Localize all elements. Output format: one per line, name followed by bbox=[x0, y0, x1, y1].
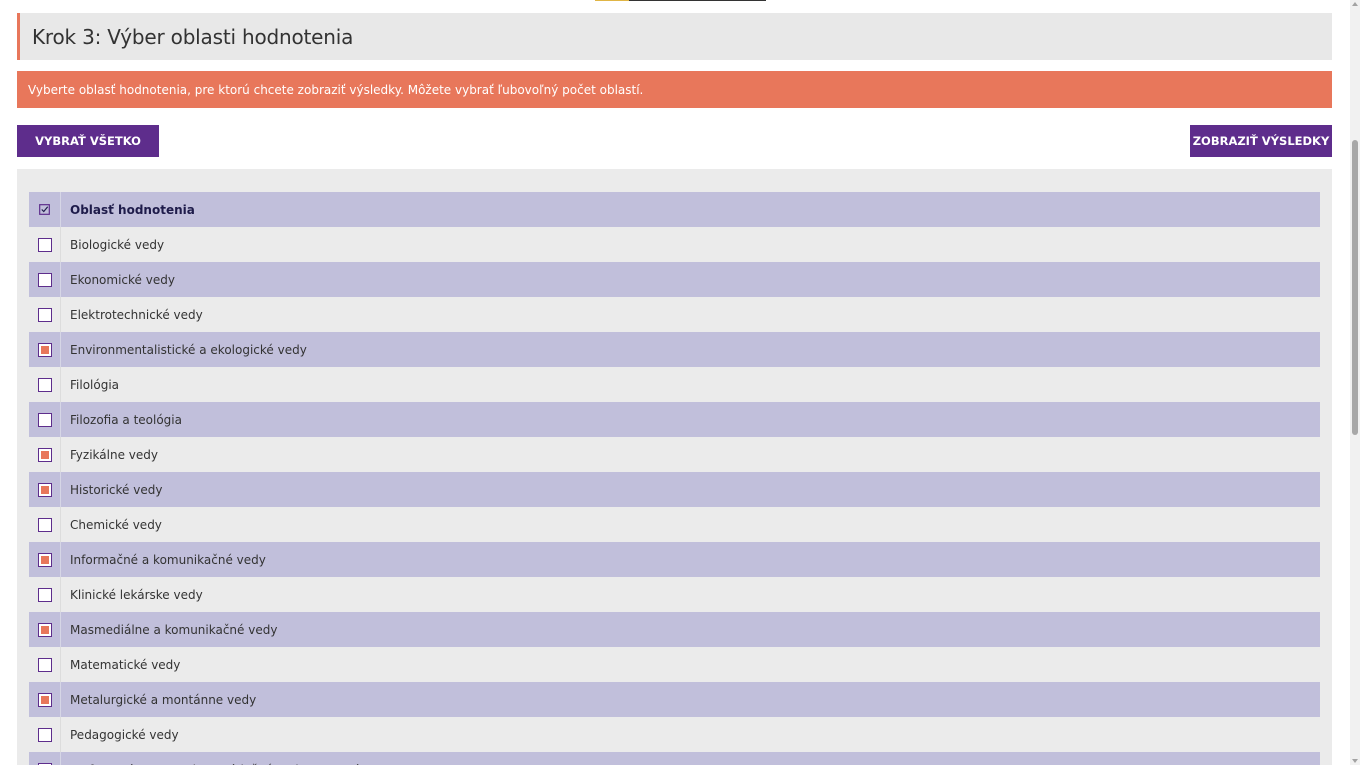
table-row[interactable]: Filológia bbox=[29, 367, 1320, 402]
table-row[interactable]: Metalurgické a montánne vedy bbox=[29, 682, 1320, 717]
page-title: Krok 3: Výber oblasti hodnotenia bbox=[32, 24, 354, 49]
area-label: Klinické lekárske vedy bbox=[70, 587, 203, 602]
row-check-cell[interactable] bbox=[29, 472, 61, 507]
scroll-up-icon[interactable] bbox=[1352, 2, 1358, 6]
area-checkbox[interactable] bbox=[37, 412, 52, 427]
area-checkbox[interactable] bbox=[37, 342, 52, 357]
row-check-cell[interactable] bbox=[29, 227, 61, 262]
row-check-cell[interactable] bbox=[29, 297, 61, 332]
area-checkbox[interactable] bbox=[37, 622, 52, 637]
alert-text: Vyberte oblasť hodnotenia, pre ktorú chc… bbox=[28, 82, 644, 97]
area-label: Environmentalistické a ekologické vedy bbox=[70, 342, 307, 357]
area-label: Chemické vedy bbox=[70, 517, 162, 532]
table-row[interactable]: Performatívne umenie a príslušné vedy o … bbox=[29, 752, 1320, 765]
row-check-cell[interactable] bbox=[29, 507, 61, 542]
header-check-cell[interactable] bbox=[29, 192, 61, 227]
row-check-cell[interactable] bbox=[29, 682, 61, 717]
table-row[interactable]: Biologické vedy bbox=[29, 227, 1320, 262]
area-checkbox[interactable] bbox=[37, 552, 52, 567]
table-row[interactable]: Ekonomické vedy bbox=[29, 262, 1320, 297]
table-row[interactable]: Masmediálne a komunikačné vedy bbox=[29, 612, 1320, 647]
row-check-cell[interactable] bbox=[29, 717, 61, 752]
row-check-cell[interactable] bbox=[29, 647, 61, 682]
area-checkbox[interactable] bbox=[37, 692, 52, 707]
areas-panel: Oblasť hodnotenia Biologické vedy Ekonomi… bbox=[17, 169, 1332, 765]
page-scrollbar[interactable] bbox=[1350, 0, 1360, 765]
area-checkbox[interactable] bbox=[37, 482, 52, 497]
row-check-cell[interactable] bbox=[29, 437, 61, 472]
area-checkbox[interactable] bbox=[37, 307, 52, 322]
row-check-cell[interactable] bbox=[29, 332, 61, 367]
areas-table: Oblasť hodnotenia Biologické vedy Ekonomi… bbox=[29, 192, 1320, 765]
check-square-icon[interactable] bbox=[39, 204, 50, 215]
area-label: Historické vedy bbox=[70, 482, 163, 497]
area-label: Filozofia a teológia bbox=[70, 412, 182, 427]
area-label: Masmediálne a komunikačné vedy bbox=[70, 622, 278, 637]
area-label: Pedagogické vedy bbox=[70, 727, 179, 742]
area-checkbox[interactable] bbox=[37, 657, 52, 672]
table-row[interactable]: Matematické vedy bbox=[29, 647, 1320, 682]
area-label: Biologické vedy bbox=[70, 237, 165, 252]
area-checkbox[interactable] bbox=[37, 727, 52, 742]
top-progress-indicator bbox=[595, 0, 766, 1]
row-check-cell[interactable] bbox=[29, 402, 61, 437]
area-label: Filológia bbox=[70, 377, 120, 392]
area-checkbox[interactable] bbox=[37, 587, 52, 602]
scroll-down-icon[interactable] bbox=[1352, 759, 1358, 763]
area-label: Informačné a komunikačné vedy bbox=[70, 552, 266, 567]
table-row[interactable]: Elektrotechnické vedy bbox=[29, 297, 1320, 332]
progress-segment-active bbox=[595, 0, 629, 1]
table-row[interactable]: Historické vedy bbox=[29, 472, 1320, 507]
show-results-button[interactable]: ZOBRAZIŤ VÝSLEDKY bbox=[1190, 125, 1332, 157]
area-label: Ekonomické vedy bbox=[70, 272, 175, 287]
area-label: Elektrotechnické vedy bbox=[70, 307, 203, 322]
row-check-cell[interactable] bbox=[29, 612, 61, 647]
table-row[interactable]: Pedagogické vedy bbox=[29, 717, 1320, 752]
table-row[interactable]: Klinické lekárske vedy bbox=[29, 577, 1320, 612]
column-header-area: Oblasť hodnotenia bbox=[70, 202, 195, 217]
area-checkbox[interactable] bbox=[37, 237, 52, 252]
table-row[interactable]: Fyzikálne vedy bbox=[29, 437, 1320, 472]
area-checkbox[interactable] bbox=[37, 377, 52, 392]
table-row[interactable]: Environmentalistické a ekologické vedy bbox=[29, 332, 1320, 367]
area-label: Fyzikálne vedy bbox=[70, 447, 158, 462]
table-row[interactable]: Filozofia a teológia bbox=[29, 402, 1320, 437]
select-all-button[interactable]: VYBRAŤ VŠETKO bbox=[17, 125, 159, 157]
step-header: Krok 3: Výber oblasti hodnotenia bbox=[17, 13, 1332, 60]
table-row[interactable]: Chemické vedy bbox=[29, 507, 1320, 542]
table-row[interactable]: Informačné a komunikačné vedy bbox=[29, 542, 1320, 577]
area-label: Matematické vedy bbox=[70, 657, 181, 672]
area-checkbox[interactable] bbox=[37, 517, 52, 532]
row-check-cell[interactable] bbox=[29, 577, 61, 612]
scrollbar-thumb[interactable] bbox=[1352, 140, 1358, 435]
progress-segment bbox=[629, 0, 766, 1]
info-alert: Vyberte oblasť hodnotenia, pre ktorú chc… bbox=[17, 71, 1332, 108]
row-check-cell[interactable] bbox=[29, 752, 61, 765]
area-checkbox[interactable] bbox=[37, 447, 52, 462]
table-header-row: Oblasť hodnotenia bbox=[29, 192, 1320, 227]
row-check-cell[interactable] bbox=[29, 262, 61, 297]
row-check-cell[interactable] bbox=[29, 367, 61, 402]
area-checkbox[interactable] bbox=[37, 272, 52, 287]
area-label: Metalurgické a montánne vedy bbox=[70, 692, 257, 707]
row-check-cell[interactable] bbox=[29, 542, 61, 577]
area-label: Performatívne umenie a príslušné vedy o … bbox=[61, 752, 1320, 765]
